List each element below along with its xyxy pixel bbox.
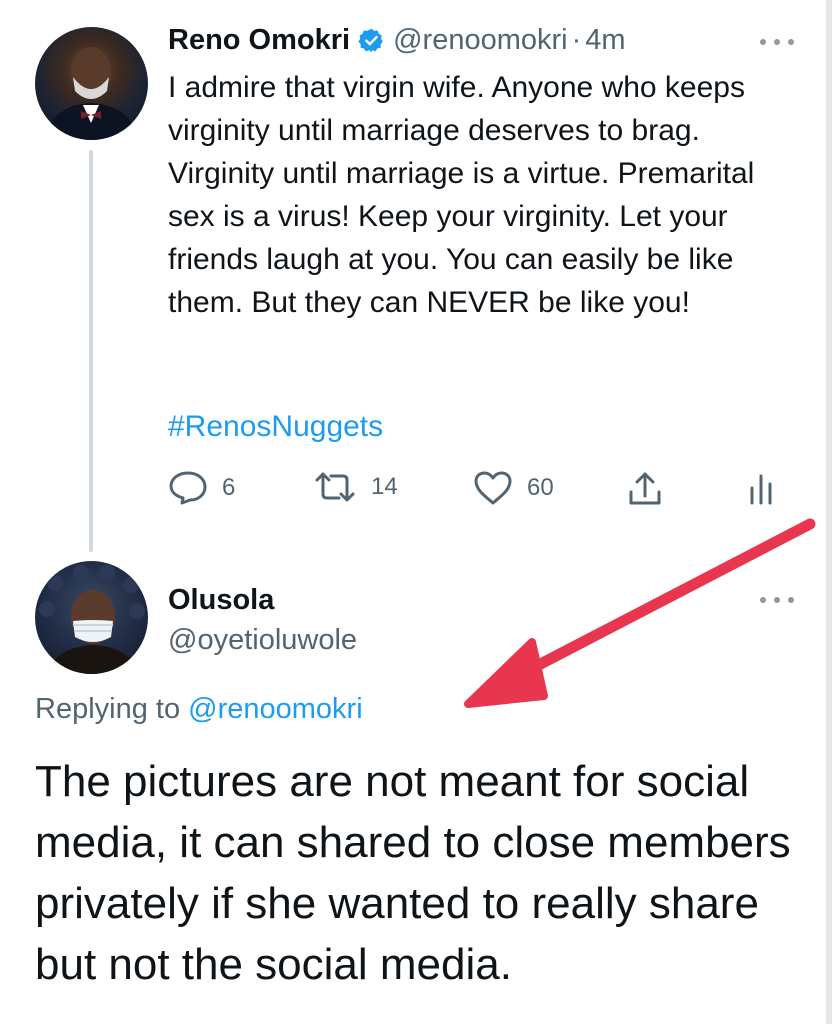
replying-to-mention[interactable]: @renoomokri xyxy=(188,693,363,725)
tweet-text: I admire that virgin wife. Anyone who ke… xyxy=(168,71,755,319)
annotation-arrow xyxy=(464,518,816,708)
replying-to-line: Replying to @renoomokri xyxy=(35,693,363,726)
reply-button[interactable]: 6 xyxy=(168,470,235,506)
retweet-button[interactable]: 14 xyxy=(313,470,398,504)
like-count: 60 xyxy=(527,474,554,501)
reply-icon xyxy=(168,470,208,506)
author-handle[interactable]: @renoomokri xyxy=(393,24,568,57)
scrollbar-track xyxy=(826,0,832,1024)
verified-badge-icon xyxy=(358,27,385,54)
replying-to-label: Replying to xyxy=(35,693,181,725)
reply-author-handle[interactable]: @oyetioluwole xyxy=(168,624,357,657)
author-name[interactable]: Reno Omokri xyxy=(168,24,350,57)
retweet-count: 14 xyxy=(371,473,398,500)
tweet-time[interactable]: 4m xyxy=(585,24,625,57)
thread-line xyxy=(89,150,93,552)
tweet-header: Reno Omokri @renoomokri · 4m xyxy=(168,24,626,57)
olusola-avatar[interactable] xyxy=(35,561,148,674)
handle-separator: · xyxy=(571,24,582,56)
reno-avatar[interactable] xyxy=(35,27,148,140)
tweet-thread-screenshot: Reno Omokri @renoomokri · 4m I admire th… xyxy=(0,0,832,1024)
hashtag-link[interactable]: #RenosNuggets xyxy=(168,410,383,444)
more-icon[interactable] xyxy=(760,37,794,47)
reply-count: 6 xyxy=(222,474,236,501)
reply-text: The pictures are not meant for social me… xyxy=(35,757,791,989)
retweet-icon xyxy=(313,470,357,504)
reply-author-name[interactable]: Olusola xyxy=(168,584,274,617)
